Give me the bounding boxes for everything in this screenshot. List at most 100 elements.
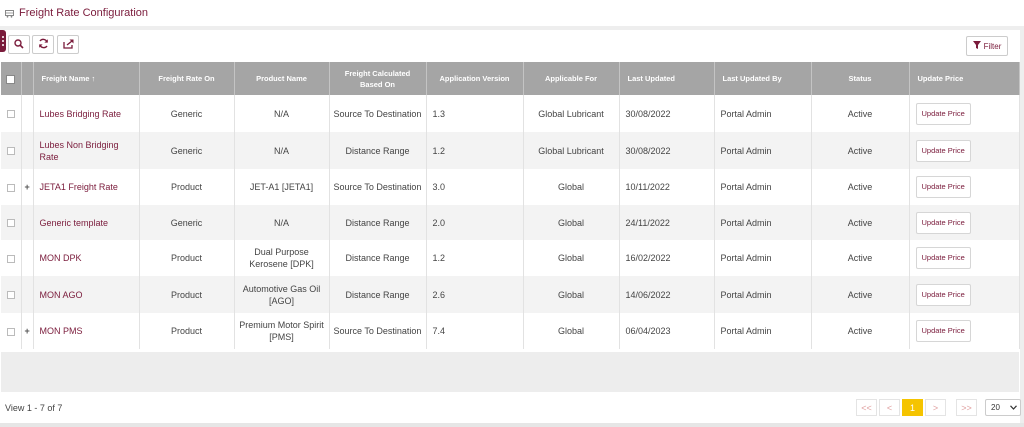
rate-on-cell: Generic [139, 95, 235, 132]
last-updated-by-cell: Portal Admin [714, 313, 812, 349]
row-select-cell[interactable] [1, 313, 22, 349]
table-row[interactable]: + JETA1 Freight Rate Product JET-A1 [JETA1]… [1, 169, 1020, 205]
row-expand-cell[interactable] [21, 132, 34, 169]
page-size-select[interactable]: 20 [985, 399, 1021, 416]
freight-name-link[interactable]: MON AGO [33, 276, 140, 313]
row-expand-cell[interactable]: + [21, 313, 34, 349]
freight-name-link[interactable]: Generic template [33, 205, 140, 240]
freight-name-link[interactable]: JETA1 Freight Rate [33, 169, 140, 205]
freight-name-link[interactable]: Lubes Non Bridging Rate [33, 132, 140, 169]
col-freight-name[interactable]: Freight Name ↑ [33, 62, 140, 95]
row-checkbox[interactable] [6, 147, 15, 156]
row-select-cell[interactable] [1, 169, 22, 205]
update-price-button[interactable]: Update Price [915, 176, 971, 198]
row-select-cell[interactable] [1, 95, 22, 132]
filter-icon [972, 41, 981, 51]
row-checkbox[interactable] [6, 254, 15, 263]
app-version-cell: 7.4 [426, 313, 524, 349]
table-row[interactable]: Lubes Bridging Rate Generic N/A Source To D… [1, 95, 1020, 132]
status-cell: Active [811, 240, 910, 276]
row-select-cell[interactable] [1, 276, 22, 313]
table-row[interactable]: MON AGO Product Automotive Gas Oil [AGO] Di… [1, 276, 1020, 313]
pager-spacer [948, 399, 954, 416]
expand-toggle[interactable]: + [25, 182, 30, 192]
row-checkbox[interactable] [6, 291, 15, 300]
row-expand-cell[interactable]: + [21, 169, 34, 205]
export-button[interactable] [57, 35, 79, 54]
col-status[interactable]: Status [811, 62, 910, 95]
app-version-cell: 1.2 [426, 132, 524, 169]
last-updated-by-cell: Portal Admin [714, 132, 812, 169]
row-checkbox[interactable] [6, 327, 15, 336]
col-product-name[interactable]: Product Name [234, 62, 330, 95]
grid-footer: View 1 - 7 of 7 << < 1 > >> 20 [0, 393, 1021, 423]
update-price-cell: Update Price [909, 169, 1020, 205]
row-checkbox[interactable] [6, 219, 15, 228]
rate-on-cell: Product [139, 169, 235, 205]
refresh-button[interactable] [32, 35, 54, 54]
last-page-button[interactable]: >> [956, 399, 977, 416]
row-select-cell[interactable] [1, 132, 22, 169]
app-version-cell: 3.0 [426, 169, 524, 205]
rate-on-cell: Product [139, 240, 235, 276]
row-expand-cell[interactable] [21, 205, 34, 240]
rate-on-cell: Product [139, 276, 235, 313]
update-price-button[interactable]: Update Price [915, 247, 971, 269]
applicable-for-cell: Global [523, 205, 620, 240]
col-calc-based-on[interactable]: Freight Calculated Based On [329, 62, 427, 95]
page-1-button[interactable]: 1 [902, 399, 923, 416]
col-rate-on[interactable]: Freight Rate On [139, 62, 235, 95]
row-expand-cell[interactable] [21, 276, 34, 313]
update-price-button[interactable]: Update Price [915, 102, 971, 125]
update-price-button[interactable]: Update Price [915, 211, 971, 234]
status-cell: Active [811, 95, 910, 132]
update-price-button[interactable]: Update Price [915, 320, 971, 342]
col-applicable-for[interactable]: Applicable For [523, 62, 620, 95]
table-row[interactable]: + MON PMS Product Premium Motor Spirit [PMS… [1, 313, 1020, 349]
row-expand-cell[interactable] [21, 95, 34, 132]
row-select-cell[interactable] [1, 240, 22, 276]
freight-name-link[interactable]: Lubes Bridging Rate [33, 95, 140, 132]
next-page-button[interactable]: > [925, 399, 946, 416]
row-checkbox[interactable] [6, 183, 15, 192]
app-version-cell: 1.2 [426, 240, 524, 276]
col-last-updated[interactable]: Last Updated [619, 62, 715, 95]
row-expand-cell[interactable] [21, 240, 34, 276]
sidebar-toggle[interactable] [0, 30, 6, 52]
prev-page-button[interactable]: < [879, 399, 900, 416]
update-price-button[interactable]: Update Price [915, 139, 971, 162]
rate-on-cell: Generic [139, 205, 235, 240]
select-all-checkbox[interactable] [6, 74, 16, 84]
status-cell: Active [811, 276, 910, 313]
select-all-header[interactable] [1, 62, 22, 95]
col-app-version[interactable]: Application Version [426, 62, 524, 95]
table-row[interactable]: Generic template Generic N/A Distance Range… [1, 205, 1020, 240]
table-row[interactable]: MON DPK Product Dual Purpose Kerosene [DPK… [1, 240, 1020, 276]
product-name-cell: Dual Purpose Kerosene [DPK] [234, 240, 330, 276]
page-header: Freight Rate Configuration [0, 0, 1024, 26]
rate-on-cell: Generic [139, 132, 235, 169]
filter-button[interactable]: Filter [966, 36, 1008, 56]
row-select-cell[interactable] [1, 205, 22, 240]
row-checkbox[interactable] [6, 110, 15, 119]
last-updated-cell: 24/11/2022 [619, 205, 715, 240]
col-freight-name-label: Freight Name [41, 74, 90, 83]
product-name-cell: N/A [234, 132, 330, 169]
first-page-button[interactable]: << [856, 399, 877, 416]
search-button[interactable] [8, 35, 30, 54]
last-updated-cell: 06/04/2023 [619, 313, 715, 349]
freight-name-link[interactable]: MON DPK [33, 240, 140, 276]
freight-name-link[interactable]: MON PMS [33, 313, 140, 349]
last-updated-by-cell: Portal Admin [714, 169, 812, 205]
update-price-button[interactable]: Update Price [915, 283, 971, 306]
page-size-value: 20 [991, 403, 1000, 412]
table-row[interactable]: Lubes Non Bridging Rate Generic N/A Distanc… [1, 132, 1020, 169]
applicable-for-cell: Global Lubricant [523, 95, 620, 132]
table-header-row: Freight Name ↑ Freight Rate On Product N… [1, 62, 1020, 95]
update-price-cell: Update Price [909, 240, 1020, 276]
expand-toggle[interactable]: + [25, 326, 30, 336]
calc-based-on-cell: Distance Range [329, 205, 427, 240]
chevron-down-icon [1010, 403, 1017, 412]
col-last-updated-by[interactable]: Last Updated By [714, 62, 812, 95]
search-icon [14, 36, 24, 54]
